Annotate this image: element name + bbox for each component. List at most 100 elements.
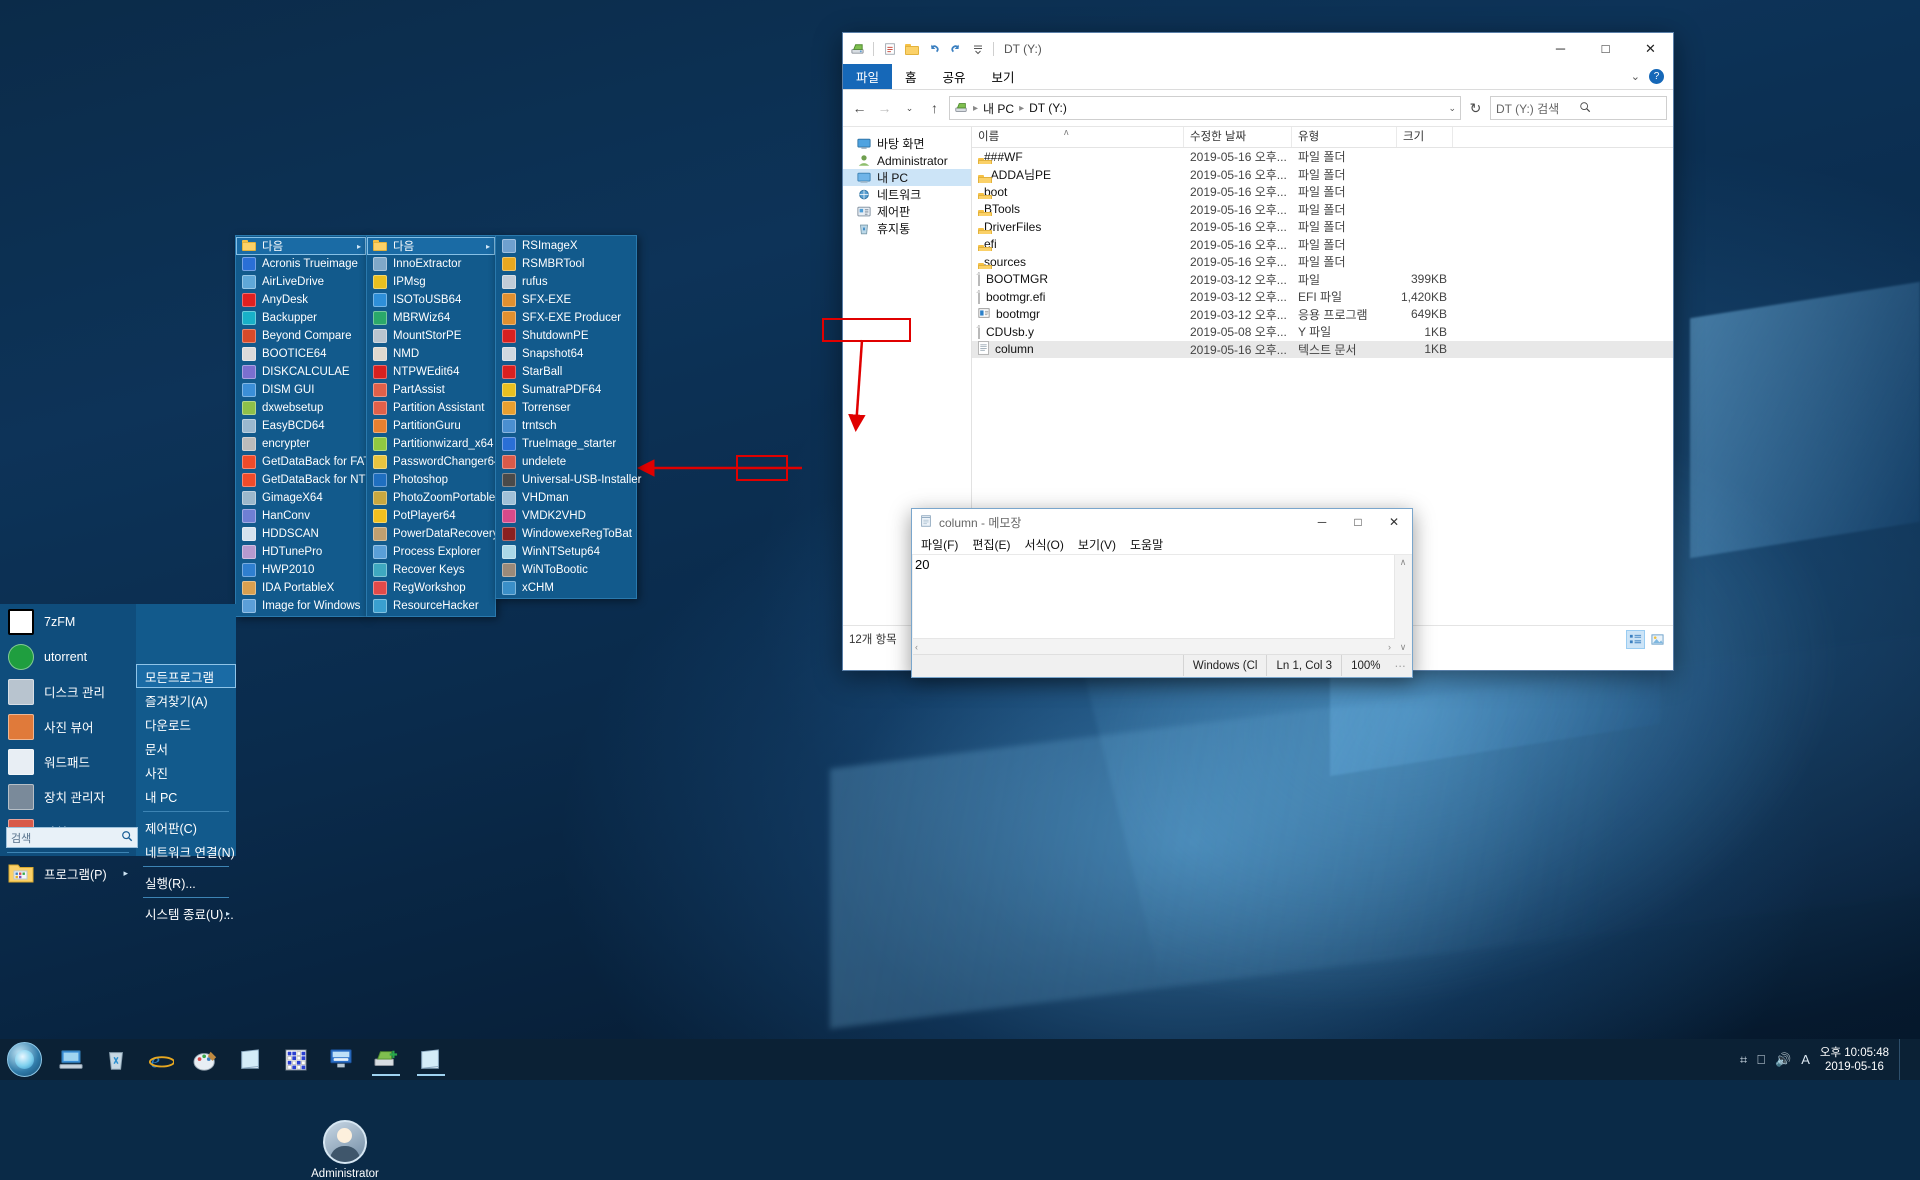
tab-view[interactable]: 보기 xyxy=(979,64,1028,89)
menu-item[interactable]: PasswordChanger64 xyxy=(367,453,500,471)
menu-format[interactable]: 서식(O) xyxy=(1024,536,1063,553)
forward-button[interactable]: → xyxy=(874,98,895,119)
address-dropdown-icon[interactable]: ⌄ xyxy=(1448,103,1456,114)
menu-item[interactable]: DISM GUI xyxy=(236,381,366,399)
start-menu-pinned-list[interactable]: 7zFMutorrent디스크 관리사진 뷰어워드패드장치 관리자카처 도구프로… xyxy=(0,604,136,882)
menu-item[interactable]: IPMsg xyxy=(367,273,495,291)
notepad-horizontal-scrollbar[interactable]: ‹ › xyxy=(913,638,1395,654)
start-menu-right-item[interactable]: 네트워크 연결(N) xyxy=(136,839,236,863)
close-button[interactable]: ✕ xyxy=(1376,510,1412,535)
menu-item[interactable]: PowerDataRecovery xyxy=(367,525,498,543)
menu-item[interactable]: WiNToBootic xyxy=(496,561,636,579)
programs-submenu-column-2[interactable]: 다음 ▸ InnoExtractor IPMsg ISOToUSB64 MBRWiz6… xyxy=(366,235,500,617)
clock[interactable]: 오후 10:05:48 2019-05-16 xyxy=(1820,1046,1889,1074)
programs-submenu-column-3[interactable]: RSImageX RSMBRTool rufus SFX-EXE SFX-EXE Pro… xyxy=(495,235,642,599)
menu-item[interactable]: WindowexeRegToBat xyxy=(496,525,636,543)
menu-item[interactable]: Snapshot64 xyxy=(496,345,636,363)
menu-item[interactable]: VMDK2VHD xyxy=(496,507,636,525)
start-button[interactable] xyxy=(0,1039,48,1080)
start-menu-item[interactable]: 워드패드 xyxy=(0,744,136,779)
menu-item[interactable]: PartitionGuru xyxy=(367,417,495,435)
ribbon-collapse-icon[interactable]: ⌄ xyxy=(1631,70,1640,83)
menu-item[interactable]: HDTunePro xyxy=(236,543,366,561)
address-field[interactable]: ▸ 내 PC ▸ DT (Y:) ⌄ xyxy=(949,96,1461,120)
help-icon[interactable]: ? xyxy=(1649,69,1664,84)
menu-item[interactable]: SFX-EXE xyxy=(496,291,636,309)
tab-share[interactable]: 공유 xyxy=(930,64,979,89)
menu-item[interactable]: RegWorkshop xyxy=(367,579,495,597)
sidebar-item-this-pc[interactable]: 내 PC xyxy=(843,169,971,186)
avatar[interactable] xyxy=(323,1120,367,1164)
details-view-icon[interactable] xyxy=(1626,629,1645,649)
start-menu-item[interactable]: 사진 뷰어 xyxy=(0,709,136,744)
start-menu-right-item[interactable]: 문서 xyxy=(136,736,236,760)
properties-icon[interactable] xyxy=(881,40,898,57)
scroll-left-icon[interactable]: ‹ xyxy=(915,642,918,652)
menu-item[interactable]: VHDman xyxy=(496,489,636,507)
menu-item[interactable]: Backupper xyxy=(236,309,366,327)
table-row[interactable]: bootmgr 2019-03-12 오후... 응용 프로그램 649KB xyxy=(972,306,1673,324)
menu-item[interactable]: SumatraPDF64 xyxy=(496,381,636,399)
menu-item[interactable]: trntsch xyxy=(496,417,636,435)
menu-item[interactable]: MBRWiz64 xyxy=(367,309,495,327)
column-headers[interactable]: 이름 수정한 날짜 유형 크기 ʌ xyxy=(972,127,1673,148)
start-menu-right-list[interactable]: Administrator 모든프로그램 즐겨찾기(A) 다운로드 문서 사진 내 PC 제… xyxy=(136,604,379,1180)
search-icon[interactable] xyxy=(121,830,133,845)
menu-item[interactable]: NMD xyxy=(367,345,495,363)
drive-icon[interactable] xyxy=(849,40,866,57)
network-tray-icon[interactable]: ⌗ xyxy=(1740,1052,1747,1068)
scroll-up-icon[interactable]: ∧ xyxy=(1395,555,1411,569)
taskbar-computer-icon[interactable] xyxy=(48,1039,93,1080)
sidebar-item-control-panel[interactable]: 제어판 xyxy=(843,203,971,220)
menu-item[interactable]: IDA PortableX xyxy=(236,579,366,597)
undo-icon[interactable] xyxy=(925,40,942,57)
file-rows-container[interactable]: ###WF 2019-05-16 오후... 파일 폴더 _ADDA님PE 2019-0… xyxy=(972,148,1673,358)
programs-submenu-column-1[interactable]: 다음 ▸ Acronis Trueimage AirLiveDrive AnyDes… xyxy=(235,235,380,617)
taskbar-internet-explorer-icon[interactable]: e xyxy=(138,1039,183,1080)
monitor-tray-icon[interactable]: ⎕ xyxy=(1757,1052,1765,1068)
menu-item[interactable]: Beyond Compare xyxy=(236,327,366,345)
menu-item[interactable]: dxwebsetup xyxy=(236,399,366,417)
menu-item[interactable]: AnyDesk xyxy=(236,291,366,309)
start-menu-right-item[interactable]: 다운로드 xyxy=(136,712,236,736)
menu-item[interactable]: ResourceHacker xyxy=(367,597,495,615)
table-row[interactable]: efi 2019-05-16 오후... 파일 폴더 xyxy=(972,236,1673,254)
menu-item[interactable]: GetDataBack for NTFS xyxy=(236,471,380,489)
menu-item[interactable]: ShutdownPE xyxy=(496,327,636,345)
table-row[interactable]: _ADDA님PE 2019-05-16 오후... 파일 폴더 xyxy=(972,166,1673,184)
column-header-date[interactable]: 수정한 날짜 xyxy=(1184,127,1292,147)
start-menu-item[interactable]: 디스크 관리 xyxy=(0,674,136,709)
menu-item[interactable]: BOOTICE64 xyxy=(236,345,366,363)
view-mode-buttons[interactable] xyxy=(1626,629,1667,649)
menu-edit[interactable]: 편집(E) xyxy=(972,536,1010,553)
submenu-header-next[interactable]: 다음 ▸ xyxy=(367,237,495,255)
maximize-button[interactable]: □ xyxy=(1583,34,1628,64)
menu-item[interactable]: rufus xyxy=(496,273,636,291)
scroll-down-icon[interactable]: ∨ xyxy=(1395,640,1411,654)
menu-item[interactable]: AirLiveDrive xyxy=(236,273,366,291)
menu-item[interactable]: Process Explorer xyxy=(367,543,495,561)
start-menu-right-item[interactable]: 내 PC xyxy=(136,784,236,808)
menu-file[interactable]: 파일(F) xyxy=(921,536,958,553)
column-header-name[interactable]: 이름 xyxy=(972,127,1184,147)
recent-locations-button[interactable]: ⌄ xyxy=(899,98,920,119)
notepad-menubar[interactable]: 파일(F) 편집(E) 서식(O) 보기(V) 도움말 xyxy=(912,535,1412,555)
taskbar-recycle-bin-icon[interactable] xyxy=(93,1039,138,1080)
table-row[interactable]: bootmgr.efi 2019-03-12 오후... EFI 파일 1,420KB xyxy=(972,288,1673,306)
menu-item[interactable]: GetDataBack for FAT xyxy=(236,453,370,471)
explorer-address-bar[interactable]: ← → ⌄ ↑ ▸ 내 PC ▸ DT (Y:) ⌄ ↻ DT (Y:) 검색 xyxy=(843,90,1673,126)
customize-qat-icon[interactable] xyxy=(969,40,986,57)
search-input[interactable]: DT (Y:) 검색 xyxy=(1490,96,1667,120)
menu-item[interactable]: RSImageX xyxy=(496,237,636,255)
taskbar-notepad-window-icon[interactable] xyxy=(408,1039,453,1080)
menu-view[interactable]: 보기(V) xyxy=(1078,536,1116,553)
menu-item[interactable]: SFX-EXE Producer xyxy=(496,309,636,327)
sidebar-item-recycle-bin[interactable]: 휴지통 xyxy=(843,220,971,237)
start-menu[interactable]: 7zFMutorrent디스크 관리사진 뷰어워드패드장치 관리자카처 도구프로… xyxy=(0,604,379,1180)
show-desktop-button[interactable] xyxy=(1899,1039,1908,1080)
sidebar-item-desktop[interactable]: 바탕 화면 xyxy=(843,135,971,152)
notepad-window-controls[interactable]: ─ □ ✕ xyxy=(1304,510,1412,535)
start-menu-right-item[interactable]: 즐겨찾기(A) xyxy=(136,688,236,712)
new-folder-icon[interactable] xyxy=(903,40,920,57)
explorer-titlebar[interactable]: DT (Y:) ─ □ ✕ xyxy=(843,33,1673,64)
